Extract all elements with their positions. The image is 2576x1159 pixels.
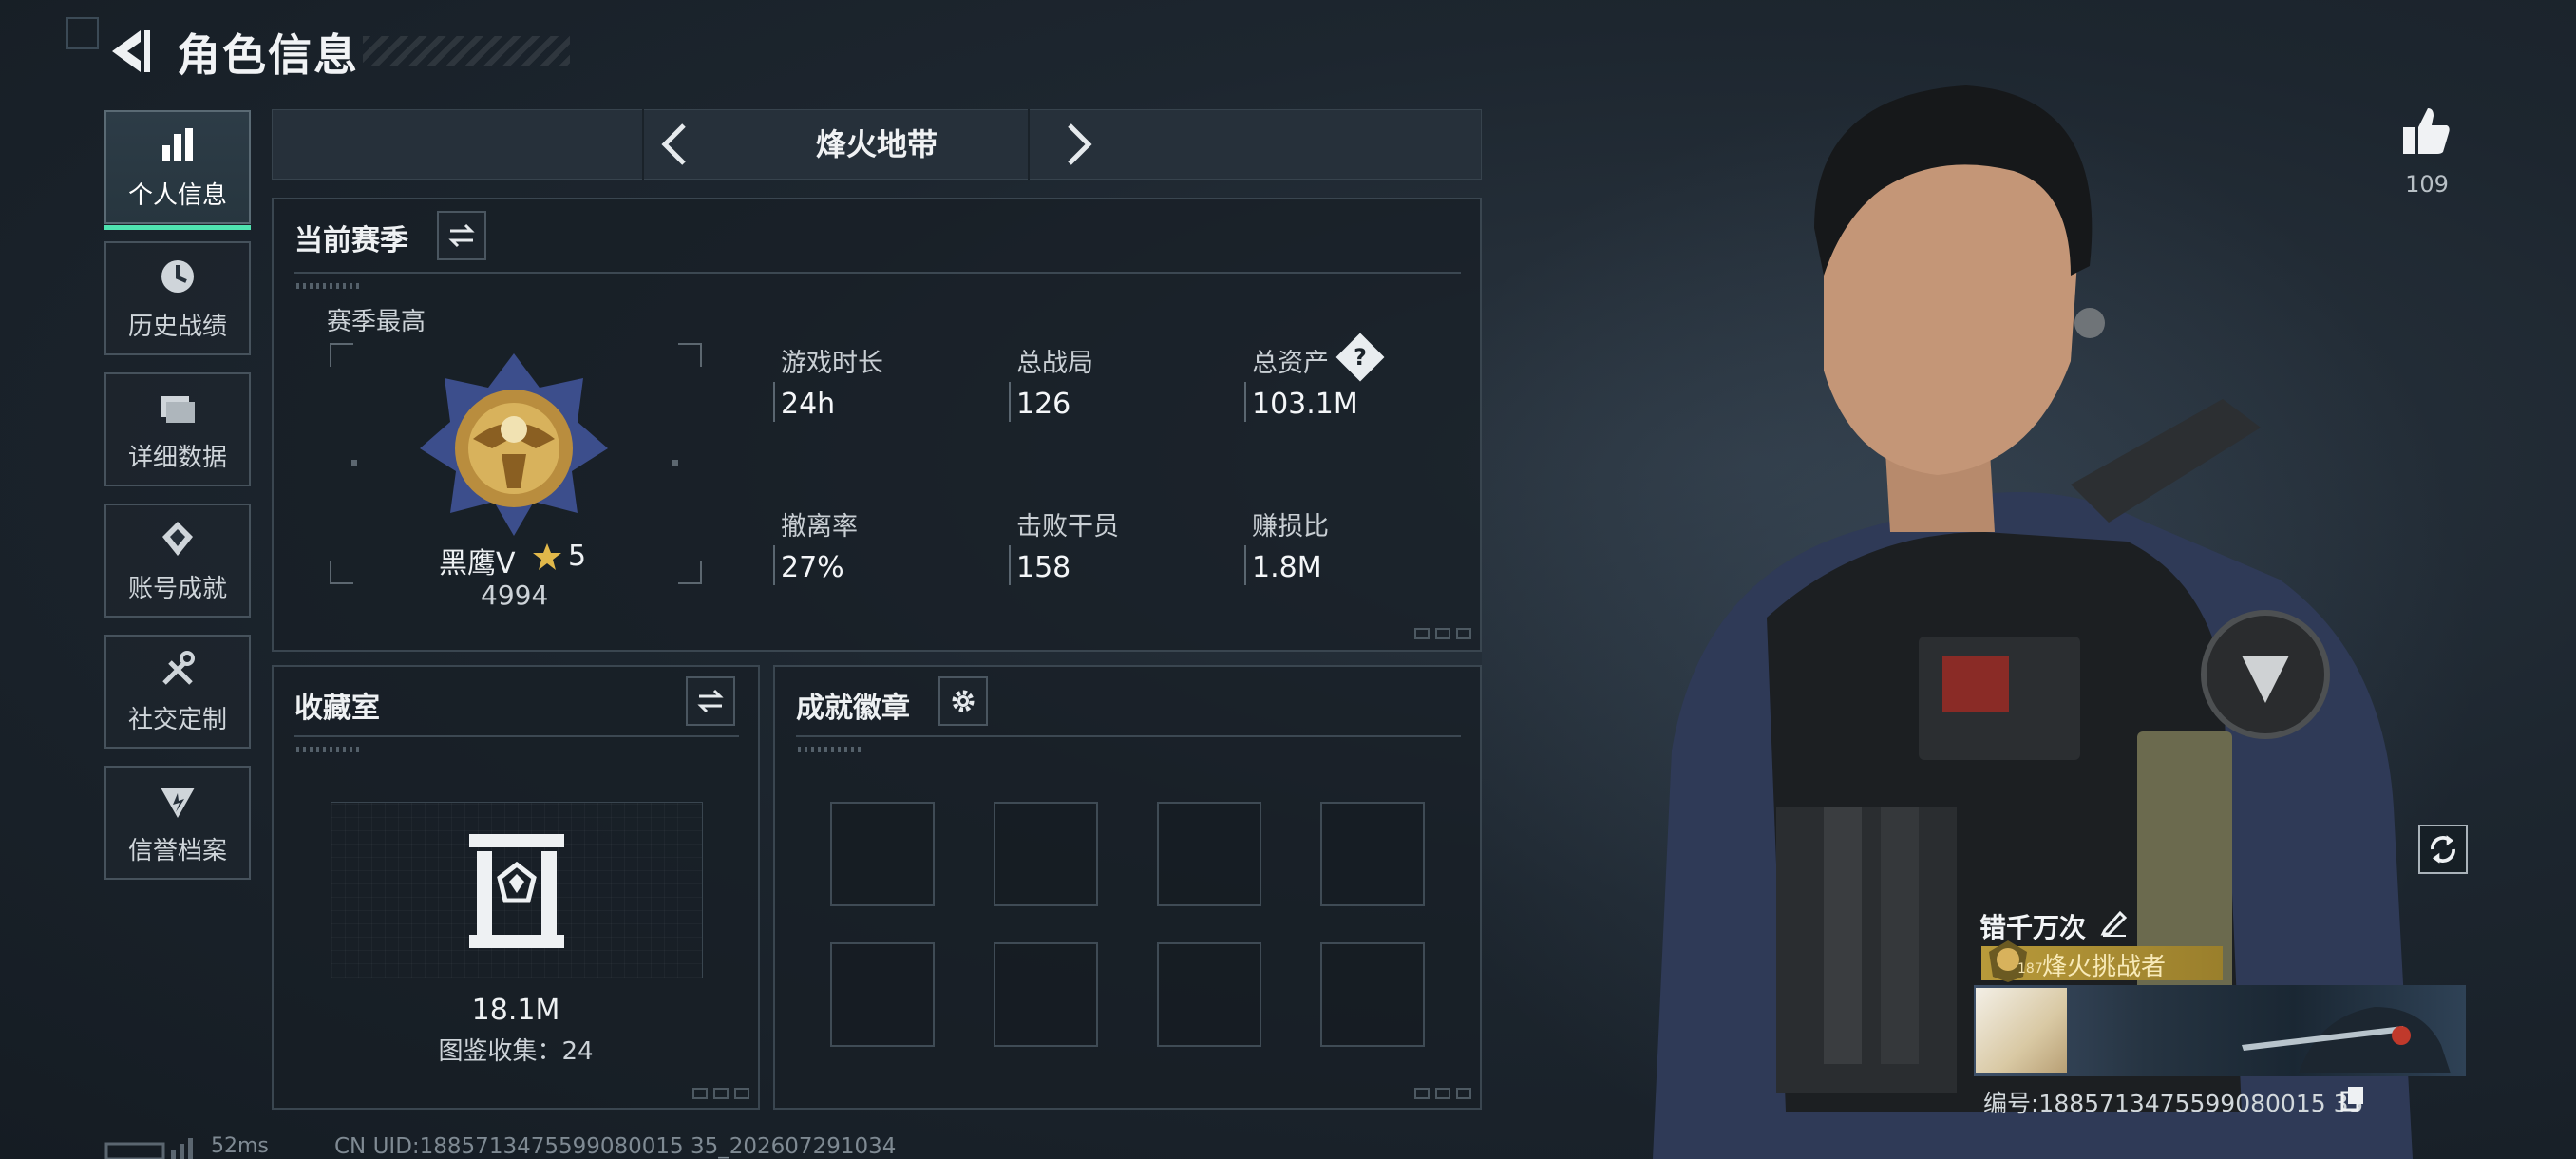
collection-panel-title: 收藏室	[294, 692, 380, 725]
stat-value-profit-loss: 1.8M	[1252, 551, 1322, 584]
player-id: 编号:1885713475599080015 35	[1983, 1090, 2364, 1117]
stat-label-extraction-rate: 撤离率	[781, 512, 858, 542]
like-count: 109	[2405, 171, 2449, 198]
swap-icon	[697, 689, 724, 713]
star-icon	[533, 543, 561, 570]
stat-divider	[1009, 545, 1011, 585]
badge-slot[interactable]	[994, 802, 1098, 906]
corner-marks	[692, 1088, 749, 1099]
player-avatar[interactable]	[1976, 988, 2067, 1074]
tools-icon	[162, 650, 195, 685]
chevron-right-icon[interactable]	[1052, 120, 1102, 169]
achievement-panel-title: 成就徽章	[796, 692, 910, 725]
season-panel-title: 当前赛季	[294, 224, 408, 257]
sidebar-item-label: 详细数据	[127, 443, 227, 472]
stat-label-total-assets: 总资产	[1252, 349, 1329, 378]
sidebar-item-detailed-data[interactable]: 详细数据	[104, 372, 251, 486]
panel-divider	[796, 735, 1461, 737]
panel-divider	[294, 735, 739, 737]
copy-icon[interactable]	[2340, 1085, 2367, 1112]
swap-icon	[448, 223, 475, 248]
player-title: 烽火挑战者	[2042, 953, 2167, 981]
shield-icon	[161, 787, 195, 818]
corner-marks	[1414, 628, 1471, 639]
stat-divider	[1009, 382, 1011, 422]
stat-label-operators-defeated: 击败干员	[1016, 512, 1119, 542]
badge-slot[interactable]	[830, 942, 935, 1047]
badge-slot[interactable]	[1157, 802, 1261, 906]
rank-name: 黑鹰Ⅴ	[439, 547, 516, 580]
stat-value-total-assets: 103.1M	[1252, 388, 1358, 421]
page-title: 角色信息	[177, 29, 359, 81]
sidebar-item-history[interactable]: 历史战绩	[104, 241, 251, 355]
stat-divider	[773, 545, 775, 585]
badge-slot[interactable]	[1320, 942, 1425, 1047]
ping-text: 52ms	[211, 1134, 269, 1158]
vault-icon	[469, 834, 564, 948]
stat-divider	[1244, 545, 1246, 585]
sidebar-item-label: 历史战绩	[127, 312, 227, 341]
sidebar-item-label: 信誉档案	[127, 836, 227, 865]
banner-operator-art	[2242, 1007, 2451, 1074]
uid-text: CN UID:1885713475599080015 35_2026072910…	[334, 1134, 897, 1159]
badge-slot[interactable]	[830, 802, 935, 906]
corner-marks	[1414, 1088, 1471, 1099]
badge-slot[interactable]	[1320, 802, 1425, 906]
achievement-icon	[162, 521, 193, 556]
clock-icon	[161, 259, 194, 293]
badge-slot[interactable]	[1157, 942, 1261, 1047]
stat-value-operators-defeated: 158	[1016, 551, 1071, 584]
mode-title: 烽火地带	[815, 126, 938, 162]
stat-value-play-time: 24h	[781, 388, 836, 421]
stat-label-total-matches: 总战局	[1016, 349, 1093, 378]
stat-label-play-time: 游戏时长	[781, 349, 883, 378]
back-arrow-icon[interactable]	[103, 25, 154, 78]
stat-value-extraction-rate: 27%	[781, 551, 844, 584]
catalog-count: 图鉴收集：24	[438, 1037, 594, 1066]
dots-decoration	[798, 747, 864, 752]
season-best-label: 赛季最高	[327, 308, 426, 336]
dots-decoration	[296, 747, 363, 752]
dots-decoration	[296, 283, 363, 289]
corner-decoration	[66, 17, 99, 49]
rank-score: 4994	[481, 580, 549, 611]
season-switch-button[interactable]	[437, 211, 486, 260]
gear-icon	[952, 690, 975, 712]
edit-pencil-icon[interactable]	[2099, 907, 2130, 938]
badge-slot[interactable]	[994, 942, 1098, 1047]
sidebar-item-reputation[interactable]: 信誉档案	[104, 766, 251, 880]
rank-stars: 5	[568, 540, 587, 573]
signal-icon	[104, 1138, 193, 1159]
sidebar-item-personal-info[interactable]: 个人信息	[104, 110, 251, 230]
player-level: 187	[2017, 961, 2043, 977]
stat-label-profit-loss: 赚损比	[1252, 512, 1329, 542]
stat-divider	[1244, 382, 1246, 422]
sidebar-item-label: 个人信息	[127, 180, 227, 210]
thumbs-up-icon[interactable]	[2399, 104, 2453, 158]
sidebar-item-label: 社交定制	[127, 705, 227, 734]
black-hawk-rank-emblem	[420, 353, 608, 536]
collection-switch-button[interactable]	[686, 676, 735, 726]
refresh-icon	[2431, 835, 2455, 864]
sidebar-item-social-custom[interactable]: 社交定制	[104, 635, 251, 749]
sidebar-item-account-achievements[interactable]: 账号成就	[104, 504, 251, 618]
stat-value-total-matches: 126	[1016, 388, 1071, 421]
folder-icon	[161, 395, 195, 423]
title-stripe-decoration	[363, 36, 570, 66]
stat-divider	[773, 382, 775, 422]
panel-divider	[294, 272, 1461, 274]
rotate-character-button[interactable]	[2418, 825, 2468, 874]
sidebar-item-label: 账号成就	[127, 574, 227, 603]
collection-value: 18.1M	[471, 994, 560, 1027]
achievement-settings-button[interactable]	[938, 676, 988, 726]
bar-chart-icon	[162, 127, 193, 161]
help-icon[interactable]: ?	[1343, 340, 1377, 374]
